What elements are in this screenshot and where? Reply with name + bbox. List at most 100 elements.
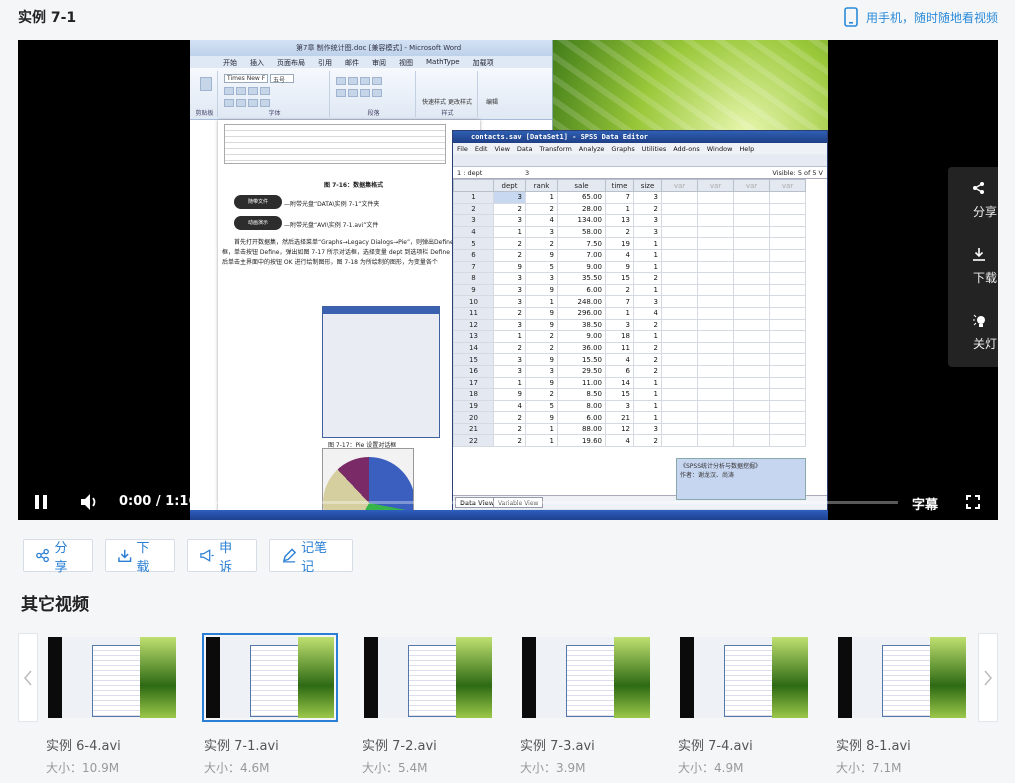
video-name-link[interactable]: 实例 6-4.avi: [46, 735, 121, 754]
progress-handle[interactable]: [194, 497, 205, 508]
subtitle-button[interactable]: 字幕: [912, 494, 938, 513]
data-cell: 2: [633, 434, 662, 448]
download-button[interactable]: 下载: [105, 539, 175, 575]
column-header: dept: [493, 179, 526, 192]
fullscreen-icon: [966, 495, 980, 509]
spss-data-row: 12 3 9 38.50 3 2: [453, 318, 806, 332]
side-download-button[interactable]: 下载: [948, 233, 998, 297]
spss-data-row: 18 9 2 8.50 15 1: [453, 388, 806, 401]
data-cell: 3: [493, 295, 526, 308]
row-number: 5: [453, 237, 494, 250]
empty-cell: [769, 225, 806, 239]
empty-cell: [697, 248, 734, 262]
pause-button[interactable]: [34, 492, 48, 512]
progress-bar[interactable]: [198, 501, 898, 504]
empty-cell: [661, 283, 698, 297]
side-share-button[interactable]: 分享: [948, 167, 998, 231]
font-name-box: Times New F: [224, 74, 268, 83]
carousel-next-button[interactable]: [978, 633, 998, 722]
data-cell: 2: [633, 272, 662, 285]
data-cell: 1: [525, 191, 558, 204]
data-cell: 2: [493, 237, 526, 250]
spss-title-bar: contacts.sav [DataSet1] - SPSS Data Edit…: [453, 131, 827, 143]
data-cell: 2: [525, 330, 558, 343]
pause-icon: [35, 495, 47, 509]
volume-button[interactable]: [80, 492, 100, 512]
data-cell: 2: [605, 225, 634, 239]
empty-cell: [733, 191, 770, 204]
data-cell: 1: [493, 225, 526, 239]
video-name-link[interactable]: 实例 7-1.avi: [204, 735, 279, 754]
empty-cell: [733, 283, 770, 297]
data-cell: 8.00: [557, 399, 606, 413]
page-title: 实例 7-1: [18, 10, 77, 26]
data-cell: 9: [525, 283, 558, 297]
empty-cell: [733, 225, 770, 239]
data-cell: 2: [525, 237, 558, 250]
spss-toolbar: [453, 154, 827, 167]
data-cell: 1: [633, 399, 662, 413]
data-cell: 5: [525, 260, 558, 274]
data-cell: 4: [605, 353, 634, 366]
video-thumbnail-active[interactable]: [202, 633, 338, 722]
empty-cell: [697, 318, 734, 332]
spss-menu-item: File: [457, 145, 468, 153]
row-number: 15: [453, 353, 494, 366]
row-number: 17: [453, 376, 494, 390]
cell-value: 3: [525, 169, 530, 177]
video-thumbnail[interactable]: [676, 633, 812, 722]
volume-icon: [81, 494, 96, 510]
fullscreen-button[interactable]: [966, 492, 980, 512]
spss-menu-item: Help: [739, 145, 755, 153]
data-cell: 7.00: [557, 248, 606, 262]
data-cell: 1: [633, 283, 662, 297]
data-cell: 2: [493, 411, 526, 424]
side-lights-off-button[interactable]: 关灯: [948, 299, 998, 363]
empty-cell: [661, 422, 698, 436]
take-note-button[interactable]: 记笔记: [269, 539, 353, 575]
column-header: size: [633, 179, 662, 192]
spss-data-row: 14 2 2 36.00 11 2: [453, 341, 806, 355]
video-name-link[interactable]: 实例 7-2.avi: [362, 735, 437, 754]
data-cell: 13: [605, 214, 634, 227]
data-cell: 2: [525, 388, 558, 401]
video-player[interactable]: 第7章 制作统计图.doc [兼容模式] - Microsoft Word 开始…: [18, 40, 998, 520]
empty-cell: [769, 318, 806, 332]
empty-cell: [661, 225, 698, 239]
report-button[interactable]: 申诉: [187, 539, 257, 575]
badge-animation: 动画演示: [234, 216, 282, 230]
mobile-watch-link[interactable]: 用手机，随时随地看视频: [844, 7, 998, 27]
carousel-prev-button[interactable]: [18, 633, 38, 722]
spss-data-row: 13 1 2 9.00 18 1: [453, 330, 806, 343]
video-action-bar: 分享 下载 申诉 记笔记: [23, 539, 353, 575]
spss-menu-item: Transform: [539, 145, 572, 153]
video-name-link[interactable]: 实例 8-1.avi: [836, 735, 911, 754]
empty-cell: [697, 434, 734, 448]
video-thumbnail[interactable]: [360, 633, 496, 722]
video-thumbnail[interactable]: [518, 633, 654, 722]
spss-data-row: 4 1 3 58.00 2 3: [453, 225, 806, 239]
empty-cell: [769, 272, 806, 285]
corner-cell: [453, 179, 494, 192]
data-cell: 1: [525, 434, 558, 448]
row-number: 14: [453, 341, 494, 355]
doc-paragraph-line: 后单击主界面中的按钮 OK 进行绘制图形，图 7-18 为所绘制的图形，为变量各…: [222, 259, 438, 266]
share-button[interactable]: 分享: [23, 539, 93, 575]
video-thumbnail[interactable]: [834, 633, 970, 722]
mobile-phone-icon: [844, 7, 858, 27]
empty-cell: [733, 330, 770, 343]
spss-data-row: 16 3 3 29.50 6 2: [453, 364, 806, 378]
row-number: 16: [453, 364, 494, 378]
video-thumbnail[interactable]: [44, 633, 180, 722]
video-name-link[interactable]: 实例 7-4.avi: [678, 735, 753, 754]
data-cell: 3: [493, 353, 526, 366]
empty-cell: [697, 260, 734, 274]
video-name-link[interactable]: 实例 7-3.avi: [520, 735, 595, 754]
data-cell: 2: [493, 248, 526, 262]
data-cell: 65.00: [557, 191, 606, 204]
empty-cell: [661, 214, 698, 227]
ribbon-group-styles: 快速样式 更改样式 样式: [418, 71, 478, 117]
spss-data-row: 8 3 3 35.50 15 2: [453, 272, 806, 285]
empty-cell: [733, 260, 770, 274]
data-cell: 1: [633, 248, 662, 262]
